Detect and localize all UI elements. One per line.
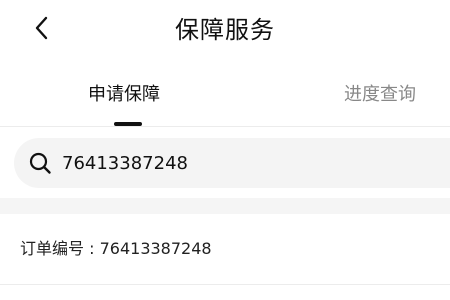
order-number-separator: : xyxy=(89,239,95,258)
tab-bar: 申请保障 进度查询 xyxy=(0,70,450,126)
tab-divider xyxy=(0,126,450,127)
search-bar[interactable] xyxy=(14,138,450,188)
header: 保障服务 xyxy=(0,0,450,62)
order-number-value: 76413387248 xyxy=(99,239,212,258)
section-separator xyxy=(0,198,450,214)
order-number-text: 订单编号 : 76413387248 xyxy=(20,238,212,260)
tab-progress-query[interactable]: 进度查询 xyxy=(344,82,416,108)
search-input[interactable] xyxy=(62,138,442,188)
order-row[interactable]: 订单编号 : 76413387248 xyxy=(0,214,450,284)
page: 保障服务 申请保障 进度查询 订单编号 : 76413387248 xyxy=(0,0,450,300)
order-number-label: 订单编号 xyxy=(20,239,85,258)
search-icon xyxy=(29,152,51,174)
tab-apply-protection[interactable]: 申请保障 xyxy=(88,82,160,108)
page-title: 保障服务 xyxy=(175,16,275,44)
row-divider xyxy=(0,284,450,285)
